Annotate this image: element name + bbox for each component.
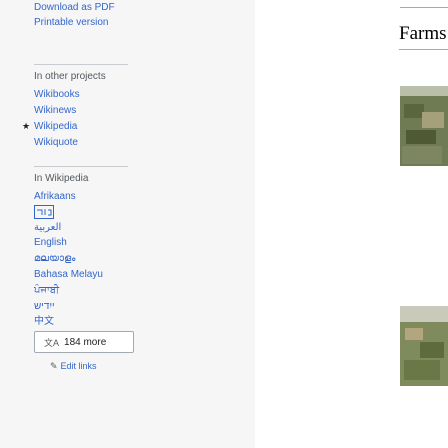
project-link-wikiquote[interactable]: Wikiquote <box>34 136 78 149</box>
lang-link-chinese[interactable]: 中文 <box>34 315 54 328</box>
project-link-wikibooks[interactable]: Wikibooks <box>34 88 80 101</box>
pencil-icon: ✎ <box>50 361 58 371</box>
sidebar: Download as PDF Printable version In oth… <box>0 0 255 448</box>
more-languages-button[interactable]: 文A 184 more <box>34 331 134 353</box>
project-link-wikipedia[interactable]: Wikipedia <box>34 120 77 133</box>
translate-icon: 文A <box>44 337 60 348</box>
lang-link-bahasa-melayu[interactable]: Bahasa Melayu <box>34 268 103 281</box>
lang-link-english[interactable]: English <box>34 236 67 249</box>
languages-heading: In Wikipedia <box>34 173 89 184</box>
divider-line <box>400 7 448 8</box>
lang-link-yiddish[interactable]: ייִדיש <box>34 300 55 313</box>
lang-link-malayalam[interactable]: മലയാളം <box>34 252 75 265</box>
printable-version-link[interactable]: Printable version <box>34 16 108 29</box>
farm-photo-bottom[interactable] <box>400 306 448 386</box>
project-link-wikinews[interactable]: Wikinews <box>34 104 76 117</box>
edit-links[interactable]: ✎ Edit links <box>50 361 97 372</box>
download-pdf-link[interactable]: Download as PDF <box>34 1 115 14</box>
lang-link-punjabi[interactable]: ਪੰਜਾਬੀ <box>34 284 59 297</box>
abbreviation-glyph-icon[interactable] <box>34 205 54 219</box>
section-divider <box>34 64 128 65</box>
other-projects-heading: In other projects <box>34 71 106 82</box>
page-heading: Farms <box>399 23 448 50</box>
section-divider <box>34 166 128 167</box>
more-languages-label: 184 more <box>64 336 107 348</box>
farm-photo-top[interactable] <box>400 86 448 166</box>
lang-link-arabic[interactable]: العربية <box>34 221 61 234</box>
star-icon: ★ <box>22 121 31 131</box>
edit-links-label: Edit links <box>60 361 97 371</box>
lang-link-afrikaans[interactable]: Afrikaans <box>34 190 76 203</box>
